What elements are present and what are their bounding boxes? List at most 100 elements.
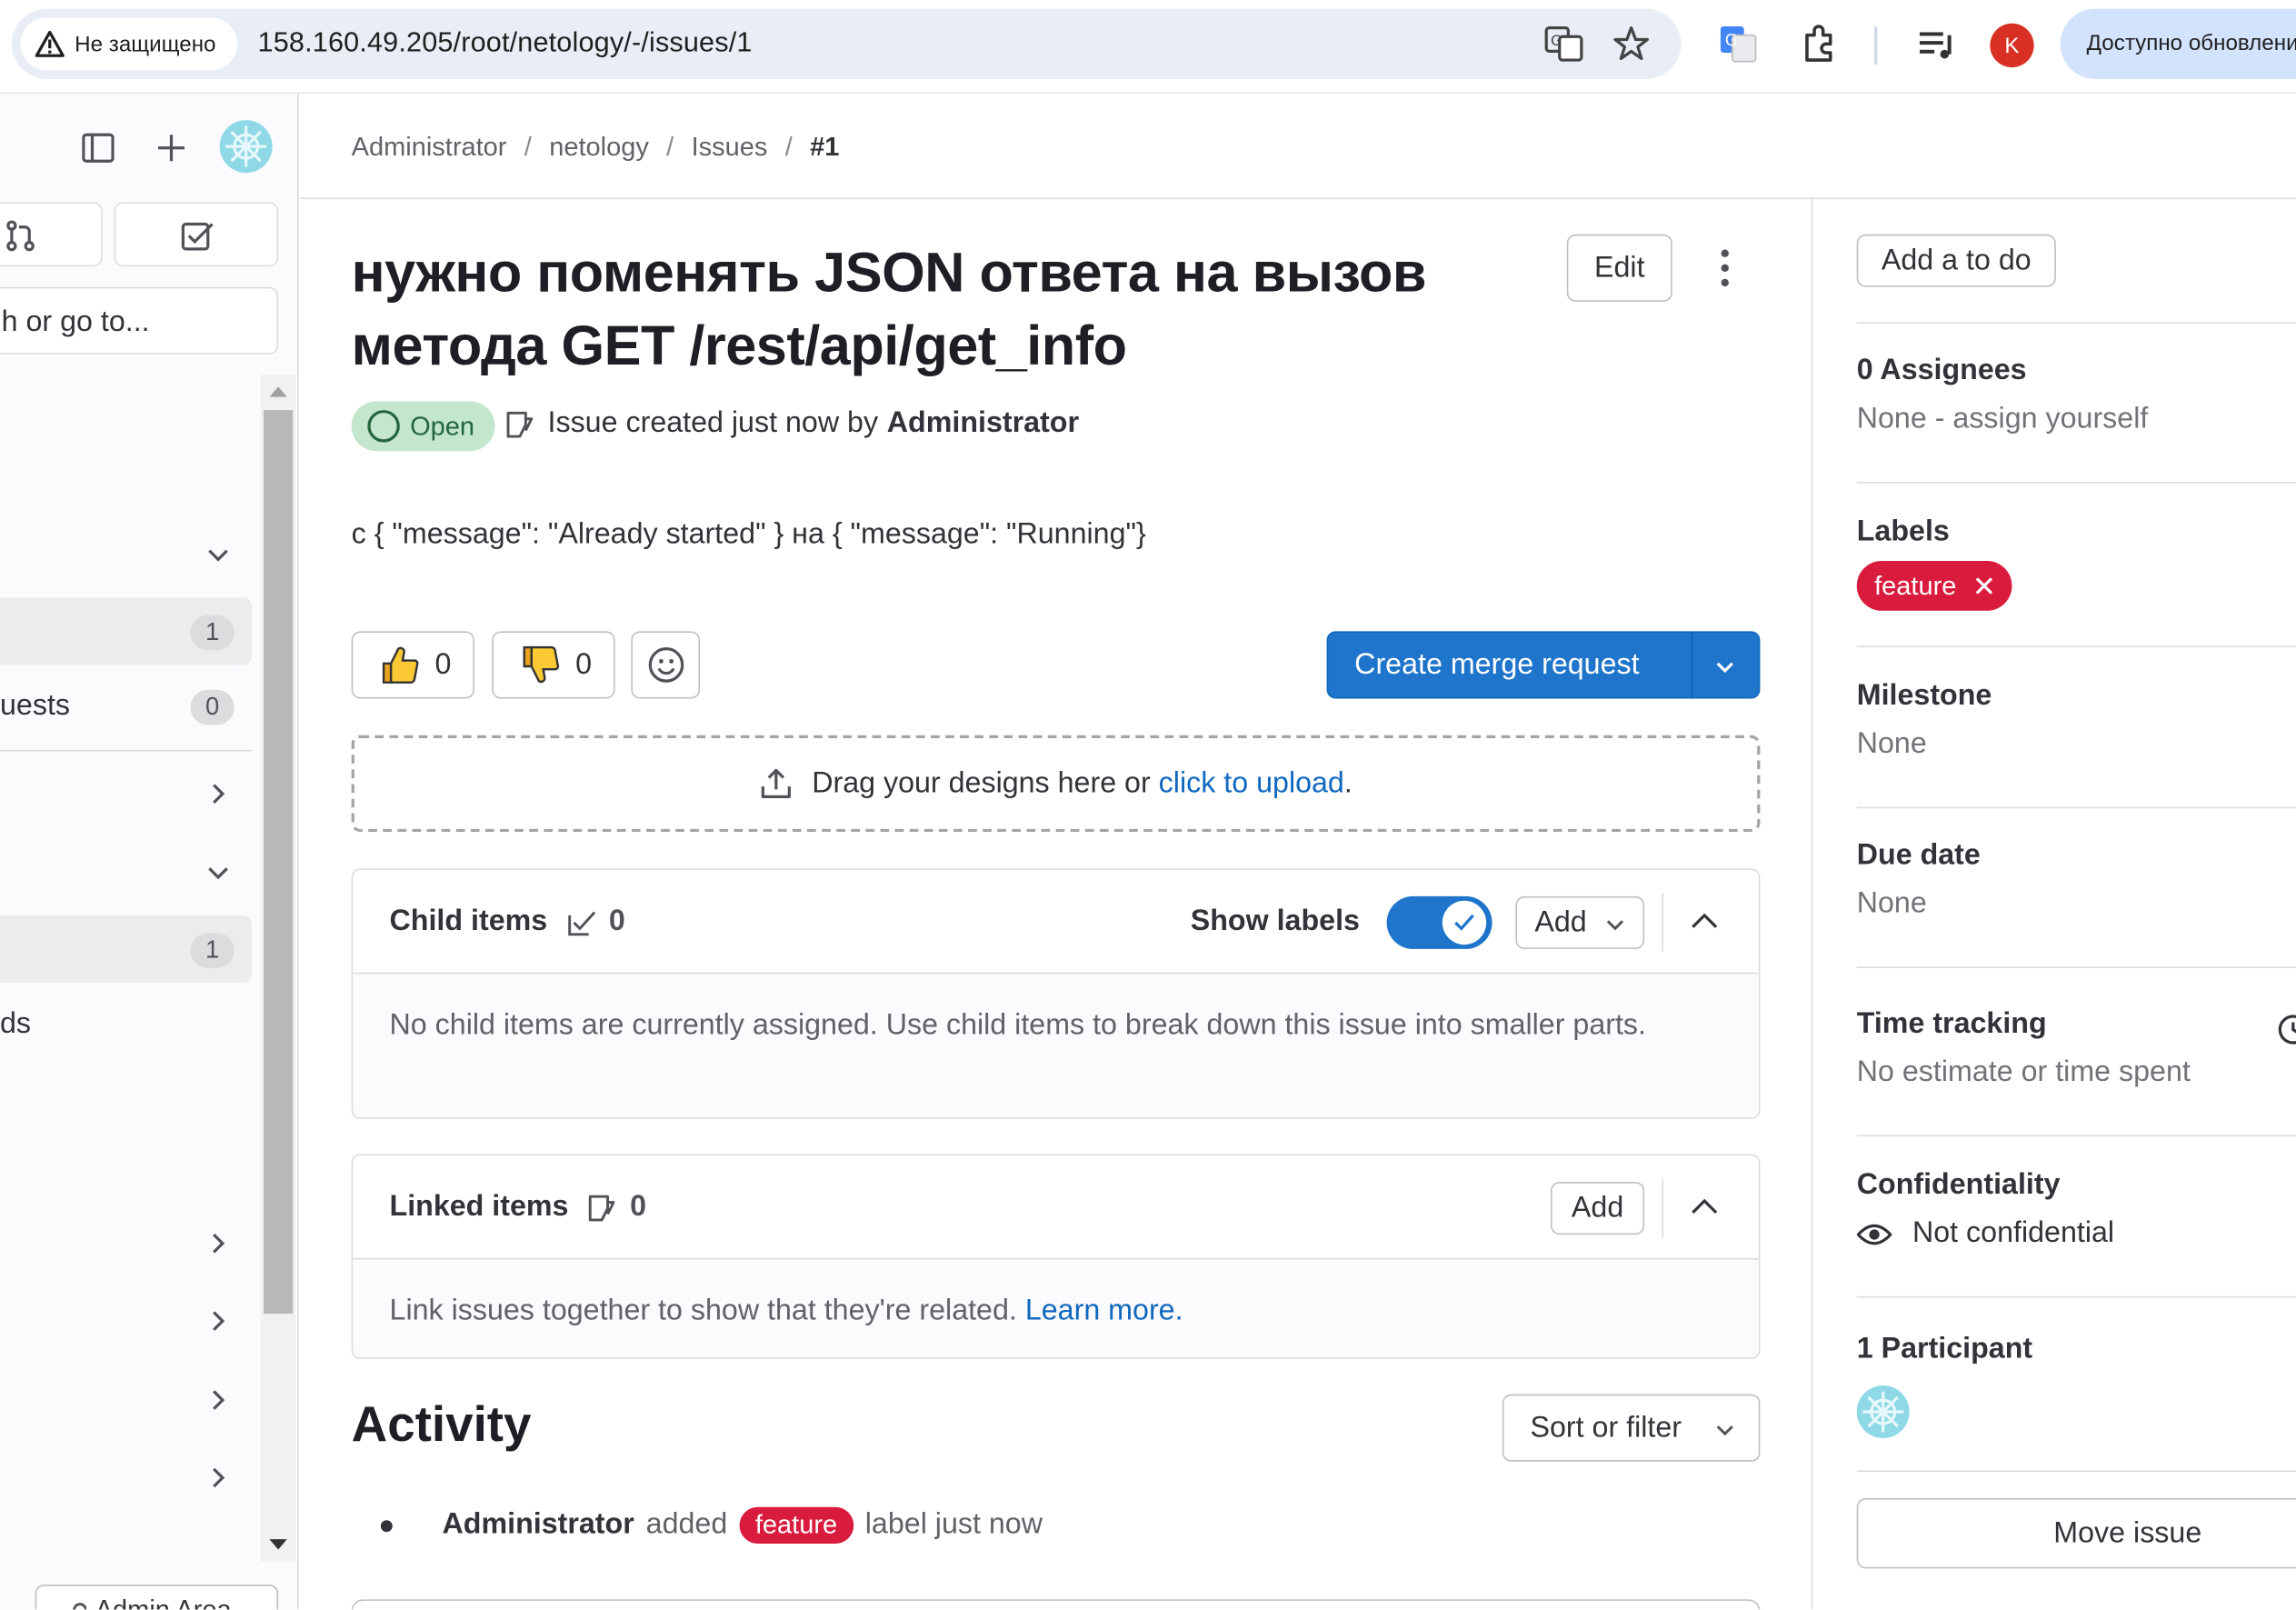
breadcrumb-item[interactable]: netology [549,132,649,161]
todo-check-icon [181,222,214,251]
more-actions-icon[interactable] [1711,246,1740,290]
time-tracking-block: Time tracking No estimate or time spent [1856,1007,2296,1137]
dropzone-period: . [1343,766,1353,799]
comment-box[interactable] [351,1599,1761,1610]
feature-label-badge[interactable]: feature [1856,561,2012,611]
time-tracking-title: Time tracking [1856,1007,2047,1040]
merge-requests-count-badge: 0 [190,689,235,725]
assignees-value[interactable]: None - assign yourself [1857,403,2296,436]
chevron-up-icon[interactable] [1688,1194,1720,1220]
time-tracking-value: No estimate or time spent [1856,1055,2191,1088]
chevron-right-icon[interactable] [205,1387,232,1414]
move-issue-button[interactable]: Move issue [1856,1498,2296,1569]
sidebar-item-boards[interactable]: ds [0,990,252,1057]
sidebar-item-issues[interactable]: 1 [0,597,253,665]
chevron-up-icon[interactable] [1688,908,1720,935]
linked-items-add-button[interactable]: Add [1551,1182,1645,1235]
security-label: Не защищено [75,31,216,57]
breadcrumb-current[interactable]: #1 [810,132,839,161]
list-count-badge: 1 [190,933,235,968]
design-dropzone[interactable]: Drag your designs here or click to uploa… [351,735,1761,833]
header-divider [1662,893,1664,953]
status-badge: Open [351,401,495,452]
chevron-right-icon[interactable] [205,1465,232,1491]
child-items-header: Child items 0 [390,905,625,939]
sidebar-item-label: ds [0,1007,32,1040]
linked-empty-text: Link issues together to show that they'r… [389,1295,1017,1327]
scroll-up-arrow-icon[interactable] [268,384,289,398]
translate-icon[interactable]: G [1543,24,1584,65]
warning-icon [35,30,65,57]
assignees-block: 0 Assignees None - assign yourself [1856,355,2296,484]
scroll-down-arrow-icon[interactable] [268,1538,289,1553]
search-input[interactable]: h or go to... [0,286,279,355]
confidentiality-text: Not confidential [1912,1216,2115,1250]
create-merge-request-button[interactable]: Create merge request [1326,631,1761,699]
left-sidebar: h or go to... 1 uests 0 1 ds Admin Area [0,94,299,1610]
child-items-card: Child items 0 Show labels Add No child i… [351,868,1761,1119]
media-queue-icon[interactable] [1915,24,1956,65]
sidebar-toggle-icon[interactable] [82,132,115,164]
breadcrumb-separator: / [524,131,532,162]
labels-block: Labels feature [1856,515,2296,648]
add-reaction-button[interactable] [631,631,701,699]
sidebar-scroll-thumb[interactable] [263,410,294,1315]
breadcrumb-item[interactable]: Administrator [352,132,507,161]
chevron-down-icon [1716,1425,1733,1436]
address-bar[interactable]: Не защищено 158.160.49.205/root/netology… [11,8,1682,79]
breadcrumb-item[interactable]: Issues [692,132,768,161]
issues-count-badge: 1 [190,615,235,651]
linked-items-title: Linked items [389,1190,569,1224]
plus-icon[interactable] [155,132,187,164]
chevron-down-icon[interactable] [205,860,232,886]
issue-type-icon [506,411,534,437]
chevron-down-icon[interactable] [205,542,232,568]
thumbs-up-button[interactable]: 0 [351,631,474,699]
thumbs-down-button[interactable]: 0 [492,631,615,699]
linked-items-header: Linked items 0 [390,1191,647,1225]
chevron-right-icon[interactable] [205,781,232,807]
google-translate-icon[interactable]: G [1718,24,1759,65]
sort-filter-label: Sort or filter [1530,1411,1682,1444]
sidebar-divider [0,749,253,752]
remove-label-icon[interactable] [1974,575,1995,596]
participant-avatar[interactable] [1856,1385,1910,1439]
security-chip[interactable]: Не защищено [20,17,237,71]
show-labels-text: Show labels [1190,905,1360,938]
sidebar-item-merge-requests[interactable]: uests 0 [0,672,252,739]
activity-user[interactable]: Administrator [443,1508,634,1542]
merge-request-icon [6,220,35,252]
meta-text: Issue created just now by [547,406,879,440]
profile-avatar[interactable]: K [1990,23,2034,68]
todo-shortcut[interactable] [114,202,279,267]
sidebar-item-list[interactable]: 1 [0,915,253,983]
breadcrumb-separator: / [666,131,674,162]
bookmark-star-icon[interactable] [1611,24,1652,65]
activity-suffix: label just now [864,1508,1043,1541]
activity-label-badge[interactable]: feature [739,1506,854,1544]
status-label: Open [410,410,475,441]
sort-filter-button[interactable]: Sort or filter [1502,1394,1761,1462]
merge-requests-shortcut[interactable] [0,202,103,267]
url-text[interactable]: 158.160.49.205/root/netology/-/issues/1 [258,28,753,60]
chevron-right-icon[interactable] [205,1308,232,1335]
learn-more-link[interactable]: Learn more. [1025,1295,1183,1326]
extensions-icon[interactable] [1798,24,1839,65]
add-todo-button[interactable]: Add a to do [1856,234,2056,287]
chevron-right-icon[interactable] [205,1230,232,1256]
upload-link[interactable]: click to upload [1159,766,1344,800]
chevron-down-icon [1606,920,1624,931]
timeline-dot [380,1519,393,1532]
edit-button[interactable]: Edit [1566,234,1672,302]
show-labels-toggle[interactable] [1386,895,1492,949]
user-avatar[interactable] [219,120,273,174]
stopwatch-icon[interactable] [2275,1011,2296,1046]
confidentiality-title: Confidentiality [1856,1168,2061,1202]
author-link[interactable]: Administrator [887,407,1079,441]
chevron-down-icon[interactable] [1712,654,1738,680]
issue-description: с { "message": "Already started" } на { … [351,518,1146,551]
child-items-add-button[interactable]: Add [1515,895,1645,949]
update-button[interactable]: Доступно обновление [2060,8,2296,79]
linked-items-count: 0 [630,1190,647,1224]
admin-area-button[interactable]: Admin Area [35,1585,279,1610]
